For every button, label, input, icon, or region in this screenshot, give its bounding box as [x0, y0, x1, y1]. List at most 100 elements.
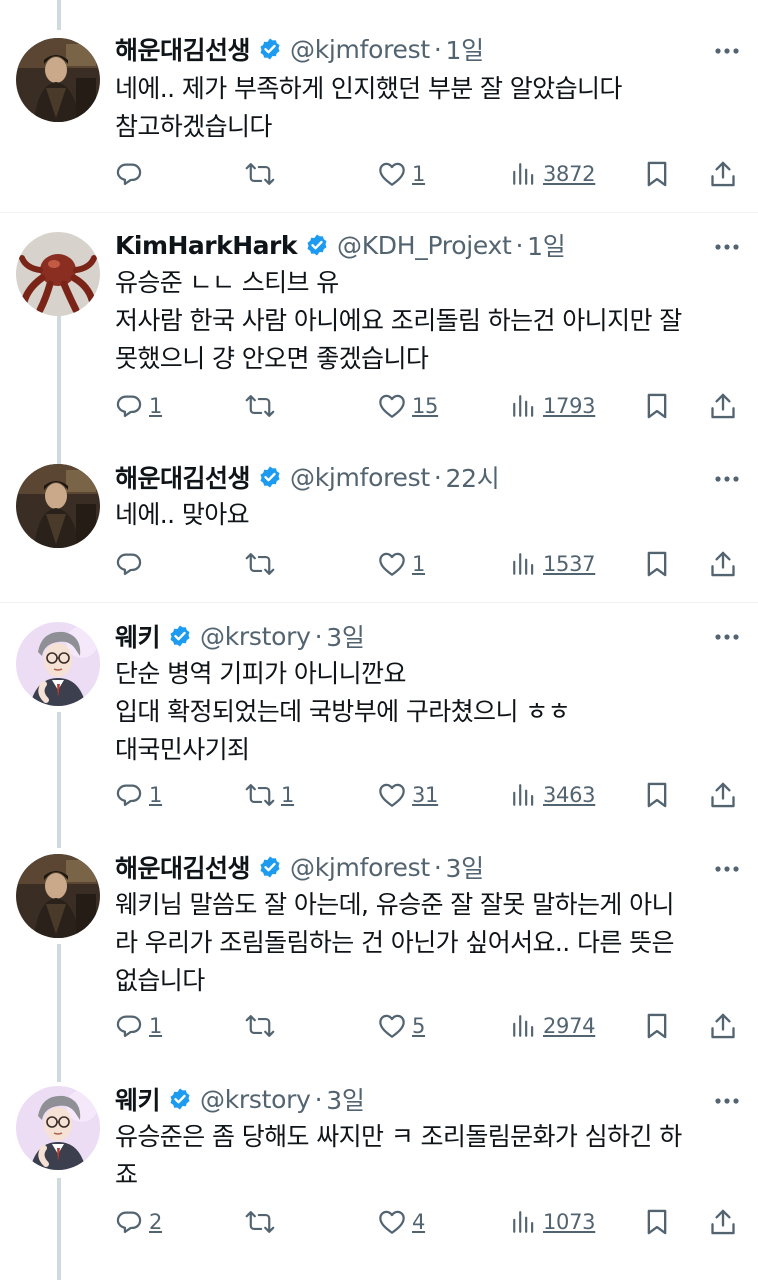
views-button[interactable]: 1073: [511, 1204, 596, 1240]
like-button[interactable]: 15: [378, 388, 438, 424]
like-button[interactable]: 1: [378, 156, 425, 192]
bookmark-button[interactable]: [645, 777, 669, 813]
display-name[interactable]: 웨키: [115, 618, 161, 654]
handle[interactable]: @kjmforest: [290, 35, 430, 64]
divider: [0, 602, 758, 603]
retweet-button[interactable]: [245, 1204, 275, 1240]
more-options-icon[interactable]: [712, 36, 742, 66]
more-options-icon[interactable]: [712, 464, 742, 494]
like-button[interactable]: 5: [378, 1008, 425, 1044]
tweet-text-line: 유승준은 좀 당해도 싸지만 ㅋ 조리돌림문화가 심하긴 하: [115, 1122, 682, 1151]
avatar[interactable]: [16, 622, 100, 706]
display-name[interactable]: 해운대김선생: [115, 459, 251, 495]
thread-line: [57, 1178, 61, 1280]
more-options-icon[interactable]: [712, 232, 742, 262]
thread-line: [57, 316, 61, 464]
tweet-text-line: 없습니다: [115, 966, 205, 995]
tweet-text-line: 네에.. 맞아요: [115, 500, 250, 529]
reply-button[interactable]: 2: [115, 1204, 162, 1240]
avatar[interactable]: [16, 1086, 100, 1170]
avatar[interactable]: [16, 232, 100, 316]
timestamp[interactable]: 1일: [445, 31, 484, 67]
like-button[interactable]: 31: [378, 777, 438, 813]
share-button[interactable]: [710, 1204, 736, 1240]
timestamp[interactable]: 3일: [326, 1081, 365, 1117]
display-name[interactable]: 해운대김선생: [115, 849, 251, 885]
avatar[interactable]: [16, 38, 100, 122]
tweet-text-line: 라 우리가 조림돌림하는 건 아닌가 싶어서요.. 다른 뜻은: [115, 928, 675, 957]
reply-button[interactable]: 1: [115, 388, 162, 424]
views-button[interactable]: 3872: [511, 156, 596, 192]
more-options-icon[interactable]: [712, 1086, 742, 1116]
reply-icon: [115, 160, 143, 188]
handle[interactable]: @kjmforest: [290, 463, 430, 492]
action-bar: 1 15 1793: [115, 388, 745, 424]
share-button[interactable]: [710, 388, 736, 424]
views-icon: [511, 1013, 537, 1039]
share-icon: [710, 392, 736, 420]
retweet-icon: [245, 160, 275, 188]
retweet-button[interactable]: [245, 546, 275, 582]
timestamp[interactable]: 1일: [527, 227, 566, 263]
view-count: 1073: [543, 1210, 596, 1234]
reply-button[interactable]: [115, 156, 143, 192]
like-count: 1: [412, 162, 426, 186]
handle[interactable]: @KDH_Projext: [337, 231, 512, 260]
tweet-text-line: 웨키님 말씀도 잘 아는데, 유승준 잘 잘못 말하는게 아니: [115, 890, 675, 919]
views-icon: [511, 551, 537, 577]
share-button[interactable]: [710, 156, 736, 192]
views-button[interactable]: 3463: [511, 777, 596, 813]
handle[interactable]: @krstory: [200, 1085, 311, 1114]
tweet-text: 유승준은 좀 당해도 싸지만 ㅋ 조리돌림문화가 심하긴 하 죠: [115, 1118, 745, 1194]
timestamp[interactable]: 3일: [326, 618, 365, 654]
more-options-icon[interactable]: [712, 622, 742, 652]
more-options-icon[interactable]: [712, 854, 742, 884]
tweet-text-line: 참고하겠습니다: [115, 112, 272, 141]
retweet-button[interactable]: 1: [245, 777, 294, 813]
bookmark-icon: [645, 1208, 669, 1236]
retweet-icon: [245, 392, 275, 420]
tweet-text-line: 대국민사기죄: [115, 735, 250, 764]
bookmark-button[interactable]: [645, 156, 669, 192]
action-bar: 2 4 1073: [115, 1204, 745, 1240]
retweet-button[interactable]: [245, 1008, 275, 1044]
share-button[interactable]: [710, 1008, 736, 1044]
tweet-text: 웨키님 말씀도 잘 아는데, 유승준 잘 잘못 말하는게 아니 라 우리가 조림…: [115, 886, 745, 1000]
views-button[interactable]: 2974: [511, 1008, 596, 1044]
thread-line: [57, 712, 61, 848]
avatar[interactable]: [16, 464, 100, 548]
display-name[interactable]: 해운대김선생: [115, 31, 251, 67]
retweet-icon: [245, 781, 275, 809]
timestamp[interactable]: 3일: [445, 849, 484, 885]
avatar[interactable]: [16, 854, 100, 938]
share-button[interactable]: [710, 777, 736, 813]
like-button[interactable]: 4: [378, 1204, 425, 1240]
retweet-button[interactable]: [245, 388, 275, 424]
tweet-text-line: 단순 병역 기피가 아니니깐요: [115, 659, 406, 688]
bookmark-button[interactable]: [645, 546, 669, 582]
display-name[interactable]: 웨키: [115, 1081, 161, 1117]
reply-button[interactable]: 1: [115, 777, 162, 813]
verified-badge-icon: [258, 855, 282, 879]
handle[interactable]: @kjmforest: [290, 853, 430, 882]
timestamp[interactable]: 22시: [445, 459, 499, 495]
bookmark-button[interactable]: [645, 1008, 669, 1044]
retweet-button[interactable]: [245, 156, 275, 192]
tweet-text-line: 못했으니 걍 안오면 좋겠습니다: [115, 344, 429, 373]
action-bar: 1 3872: [115, 156, 745, 192]
handle[interactable]: @krstory: [200, 622, 311, 651]
reply-button[interactable]: 1: [115, 1008, 162, 1044]
share-icon: [710, 550, 736, 578]
like-button[interactable]: 1: [378, 546, 425, 582]
bookmark-button[interactable]: [645, 388, 669, 424]
reply-button[interactable]: [115, 546, 143, 582]
verified-badge-icon: [305, 233, 329, 257]
retweet-icon: [245, 550, 275, 578]
bookmark-button[interactable]: [645, 1204, 669, 1240]
display-name[interactable]: KimHarkHark: [115, 231, 298, 260]
retweet-icon: [245, 1208, 275, 1236]
views-button[interactable]: 1793: [511, 388, 596, 424]
views-button[interactable]: 1537: [511, 546, 596, 582]
share-button[interactable]: [710, 546, 736, 582]
reply-icon: [115, 781, 143, 809]
